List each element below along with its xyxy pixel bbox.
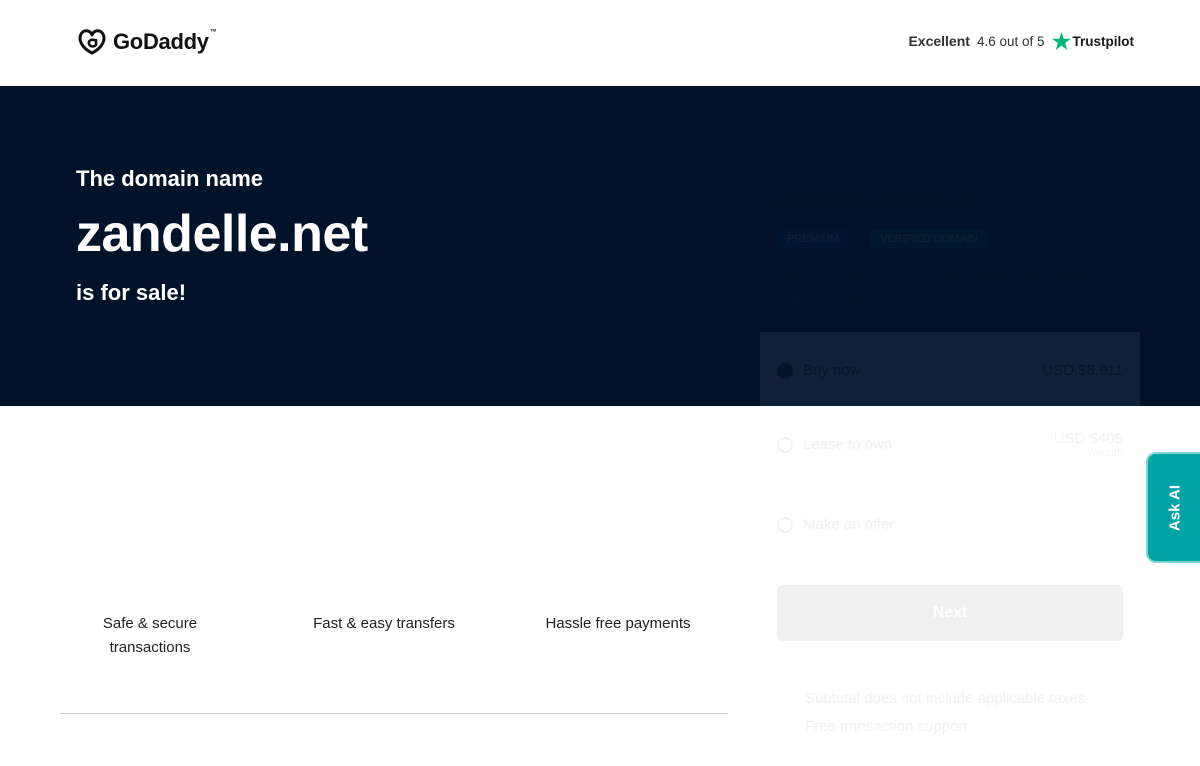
trustpilot-score: 4.6 out of 5 (976, 33, 1045, 49)
lease-to-own-price-value: USD $409 (1053, 430, 1123, 447)
option-lease-to-own[interactable]: Lease to own USD $409 /month (777, 430, 1123, 459)
make-offer-radio[interactable] (777, 516, 793, 533)
ask-ai-button[interactable]: Ask AI (1146, 452, 1200, 563)
trustpilot-rating[interactable]: Excellent 4.6 out of 5 Trustpilot (908, 32, 1134, 50)
lease-to-own-price-period: /month (1089, 447, 1123, 459)
section-divider (60, 713, 728, 714)
buy-now-radio[interactable] (777, 362, 793, 379)
domain-name-heading: zandelle.net (76, 205, 368, 263)
make-offer-label: Make an offer (803, 516, 895, 533)
lease-to-own-radio[interactable] (777, 436, 793, 453)
verified-domain-badge: VERIFIED DOMAIN (870, 230, 988, 248)
option-make-offer[interactable]: Make an offer (777, 516, 1123, 533)
trustpilot-label: Excellent (908, 33, 970, 49)
lease-to-own-price: USD $409 /month (1054, 430, 1123, 459)
feature-hassle-free-payments: Hassle free payments (545, 615, 691, 632)
lease-to-own-label: Lease to own (803, 436, 893, 453)
godaddy-logo-icon (78, 29, 106, 55)
next-button[interactable]: Next (777, 585, 1123, 641)
site-header: GoDaddy™ Excellent 4.6 out of 5 Trustpil… (0, 0, 1200, 86)
buy-now-price: USD $8,911 (1042, 362, 1123, 379)
subtotal-note: Subtotal does not include applicable tax… (805, 690, 1086, 707)
hero-for-sale: is for sale! (76, 280, 187, 305)
buy-now-label: Buy now (803, 362, 861, 379)
option-buy-now[interactable]: Buy now USD $8,911 (777, 362, 1123, 379)
transaction-support-note: Free transaction support (805, 718, 968, 735)
purchase-card-title: Get this domain (777, 186, 974, 216)
feature-secure-transactions: Safe & secure transactions (102, 615, 198, 656)
feature-easy-transfers: Fast & easy transfers (313, 615, 455, 632)
hero-intro: The domain name (76, 166, 264, 191)
premium-badge: PREMIUM (777, 230, 849, 248)
purchase-card: Get this domain PREMIUM VERIFIED DOMAIN … (760, 166, 1140, 766)
ask-ai-label: Ask AI (1166, 484, 1184, 531)
trustpilot-brand: Trustpilot (1051, 32, 1134, 50)
trustpilot-star-icon (1051, 32, 1071, 50)
purchase-card-description: Pay the full $8,911 now, select Lease to… (777, 267, 1093, 308)
godaddy-logo[interactable]: GoDaddy™ (77, 28, 217, 56)
logo-wordmark: GoDaddy™ (113, 29, 217, 54)
